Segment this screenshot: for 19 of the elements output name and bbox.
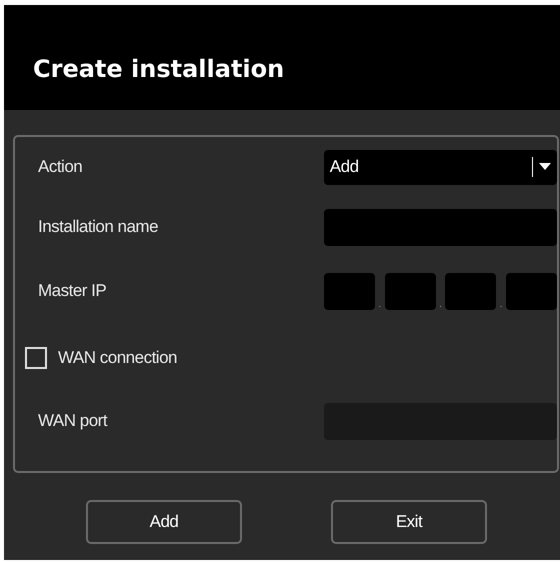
ip-octet-field[interactable] [445,272,496,310]
field-label: WAN port [38,411,108,430]
dialog-button[interactable]: Add [86,500,242,544]
checkbox[interactable] [25,347,47,369]
dialog-title: Create installation [33,54,284,84]
field-label: Master IP [38,281,106,300]
ip-octet-field[interactable] [506,272,557,310]
text-field[interactable] [324,208,557,246]
caret-icon [539,163,551,171]
dot-separator: . [500,300,503,310]
dot-separator: . [378,300,382,310]
field-label: Action [38,157,82,176]
dialog-button[interactable]: Exit [331,500,487,544]
ip-octet-field[interactable] [324,272,375,310]
field-label: WAN connection [58,347,177,370]
dot-separator: . [439,300,442,310]
ip-octet-field[interactable] [384,272,436,310]
field-label: Installation name [38,217,158,236]
action-dropdown[interactable]: Add [324,150,557,184]
